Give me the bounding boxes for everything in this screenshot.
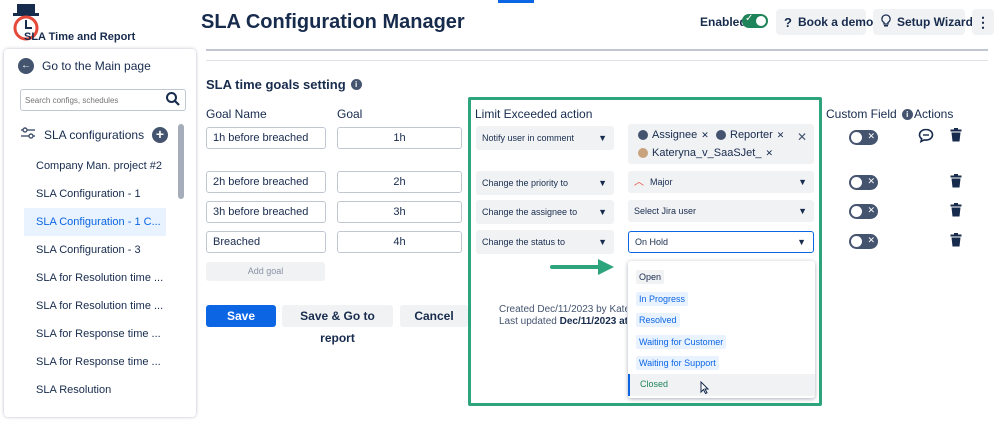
custom-field-toggle[interactable]: ✕ [849,130,878,145]
trash-icon[interactable] [950,174,962,191]
goal-name-input[interactable]: 2h before breached [206,171,326,193]
sidebar-item-config[interactable]: SLA Configuration - 1 C... [24,208,166,236]
top-tab-indicator [498,0,534,3]
toggle-knob [851,177,862,188]
toggle-knob [756,16,766,26]
col-custom-field-text: Custom Field [826,107,897,121]
col-goal: Goal [337,107,363,121]
save-button[interactable]: Save [206,305,276,327]
sidebar-item-config[interactable]: SLA for Response time ... [24,320,166,348]
goal-name-input[interactable]: Breached [206,231,326,253]
section-title: SLA time goals setting i [206,77,362,92]
save-report-button[interactable]: Save & Go to report [282,305,393,345]
x-icon: ✕ [867,176,875,186]
custom-field-toggle[interactable]: ✕ [849,204,878,219]
sidebar-item-config[interactable]: SLA Configuration - 1 [24,180,166,208]
check-icon: ✓ [745,13,754,24]
enabled-toggle[interactable]: ✓ [742,13,768,28]
highlight-frame [468,97,822,406]
search-input[interactable] [21,90,151,110]
trash-icon[interactable] [950,233,962,250]
divider [206,60,988,61]
x-icon: ✕ [867,131,875,141]
arrow-right-icon [550,258,616,279]
search-icon[interactable] [165,91,181,110]
sidebar-item-config[interactable]: SLA Resolution [24,376,166,404]
info-icon[interactable]: i [901,108,913,120]
page-title: SLA Configuration Manager [201,11,465,33]
sidebar-scrollbar[interactable] [178,124,184,199]
toggle-knob [851,236,862,247]
trash-icon[interactable] [950,203,962,220]
sidebar-item-config[interactable]: SLA for Resolution time ... [24,264,166,292]
cancel-button[interactable]: Cancel [400,305,468,327]
x-icon: ✕ [867,235,875,245]
goal-name-input[interactable]: 1h before breached [206,127,326,149]
setup-wizard-button[interactable]: Setup Wizard [873,9,973,35]
toggle-knob [851,132,862,143]
logo-text: SLA Time and Report [24,31,136,43]
book-demo-button[interactable]: ? Book a demo [776,9,873,35]
col-goal-name: Goal Name [206,107,267,121]
sidebar-item-config[interactable]: SLA for Response time ... [24,348,166,376]
col-actions: Actions [914,107,954,121]
goal-value-input[interactable]: 2h [337,171,462,193]
arrow-left-icon: ← [18,58,34,74]
lightbulb-icon [881,14,891,30]
col-custom-field: Custom Field i [826,107,913,121]
more-options-button[interactable]: ⋮ [972,9,994,35]
sidebar-item-config[interactable]: SLA for Resolution time ... [24,292,166,320]
sidebar-item-config[interactable]: SLA Configuration - 3 [24,236,166,264]
custom-field-toggle[interactable]: ✕ [849,175,878,190]
search-box [20,89,186,111]
config-list: Company Man. project #2 SLA Configuration… [24,152,166,404]
goal-value-input[interactable]: 4h [337,231,462,253]
trash-icon[interactable] [950,128,962,145]
back-to-main-link[interactable]: ← Go to the Main page [18,58,151,74]
x-icon: ✕ [867,205,875,215]
book-demo-label: Book a demo [797,15,874,29]
add-config-button[interactable]: + [152,127,168,143]
divider [206,49,988,51]
setup-wizard-label: Setup Wizard [897,15,973,29]
sidebar-item-config[interactable]: Company Man. project #2 [24,152,166,180]
sliders-icon [20,127,36,142]
enabled-label: Enabled [700,15,747,29]
add-goal-button[interactable]: Add goal [206,262,325,281]
goal-name-input[interactable]: 3h before breached [206,201,326,223]
comment-icon[interactable] [918,128,934,146]
configs-header: SLA configurations [20,127,144,142]
section-title-text: SLA time goals setting [206,77,346,92]
configs-label: SLA configurations [44,127,145,142]
goal-value-input[interactable]: 1h [337,127,462,149]
question-icon: ? [784,14,792,30]
back-label: Go to the Main page [42,59,151,73]
goal-value-input[interactable]: 3h [337,201,462,223]
custom-field-toggle[interactable]: ✕ [849,234,878,249]
toggle-knob [851,206,862,217]
info-icon[interactable]: i [350,79,362,90]
